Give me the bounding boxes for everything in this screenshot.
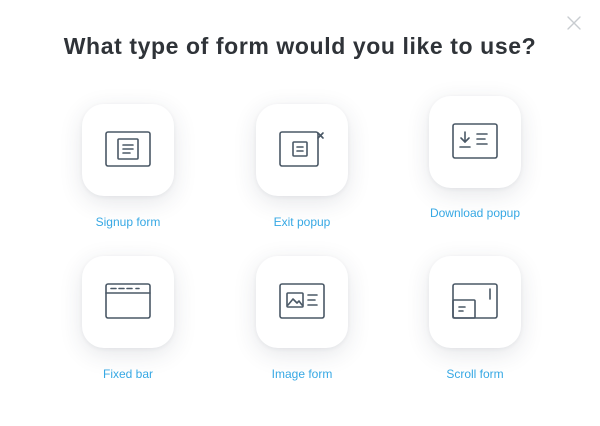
exit-popup-icon <box>279 131 324 167</box>
image-form-tile[interactable] <box>256 256 348 348</box>
exit-popup-tile[interactable] <box>256 104 348 196</box>
signup-form-tile[interactable] <box>82 104 174 196</box>
option-image-form[interactable]: Image form <box>227 256 377 381</box>
option-exit-popup[interactable]: Exit popup <box>227 104 377 229</box>
close-icon <box>567 16 581 30</box>
dialog-title: What type of form would you like to use? <box>63 33 537 59</box>
signup-form-icon <box>105 131 151 167</box>
scroll-form-icon <box>452 283 498 319</box>
fixed-bar-icon <box>105 283 151 319</box>
download-popup-icon <box>452 123 498 159</box>
option-signup-form[interactable]: Signup form <box>53 104 203 229</box>
fixed-bar-label: Fixed bar <box>102 367 154 381</box>
scroll-form-label: Scroll form <box>446 367 504 381</box>
image-form-icon <box>279 283 325 319</box>
image-form-label: Image form <box>271 367 333 381</box>
option-download-popup[interactable]: Download popup <box>400 96 550 220</box>
scroll-form-tile[interactable] <box>429 256 521 348</box>
download-popup-tile[interactable] <box>429 96 521 188</box>
signup-form-label: Signup form <box>95 215 161 229</box>
exit-popup-label: Exit popup <box>273 215 331 229</box>
fixed-bar-tile[interactable] <box>82 256 174 348</box>
option-scroll-form[interactable]: Scroll form <box>400 256 550 381</box>
close-button[interactable] <box>565 14 583 32</box>
download-popup-label: Download popup <box>429 206 521 220</box>
option-fixed-bar[interactable]: Fixed bar <box>53 256 203 381</box>
